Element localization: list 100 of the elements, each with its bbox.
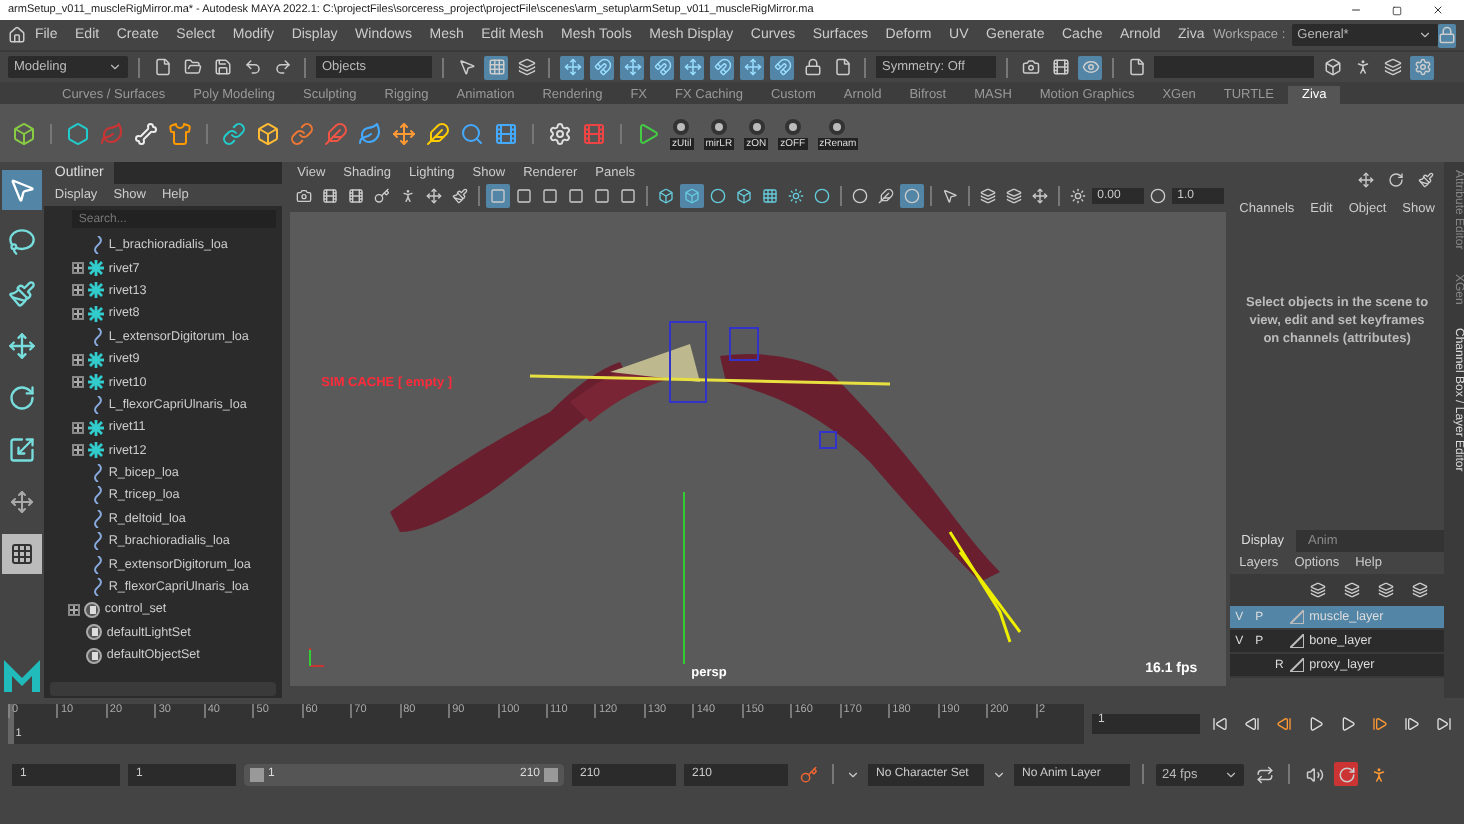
page-icon[interactable] (1124, 55, 1148, 79)
frame-icon[interactable] (511, 184, 536, 208)
cube-icon[interactable] (731, 184, 756, 208)
cube-icon[interactable] (679, 184, 704, 208)
expand-toggle[interactable] (72, 444, 85, 457)
caret-icon (846, 767, 860, 781)
asterisk-icon (88, 305, 105, 322)
shirt-icon[interactable] (168, 121, 192, 145)
brush-icon[interactable] (447, 184, 472, 208)
scrollbar[interactable] (50, 682, 276, 696)
rotate-icon[interactable] (1384, 168, 1409, 192)
leaf-icon[interactable] (358, 121, 382, 145)
layers-icon[interactable] (975, 184, 1000, 208)
magnet-icon[interactable] (710, 55, 734, 79)
page-icon[interactable] (830, 55, 854, 79)
step-forward-icon[interactable] (1368, 712, 1392, 736)
cube-icon[interactable] (653, 184, 678, 208)
chain-icon[interactable] (290, 121, 314, 145)
circle-icon[interactable] (1145, 184, 1170, 208)
eye-icon[interactable] (1078, 55, 1102, 79)
magnifier-icon[interactable] (460, 121, 484, 145)
save-icon[interactable] (210, 55, 234, 79)
layer-icon[interactable] (1340, 578, 1365, 602)
step-back-icon[interactable] (1240, 712, 1264, 736)
magnet-icon[interactable] (590, 55, 614, 79)
speaker-icon[interactable] (1302, 762, 1326, 786)
frame-icon[interactable] (485, 184, 510, 208)
sun-icon[interactable] (1065, 184, 1090, 208)
film-icon[interactable] (343, 184, 368, 208)
arrows-icon[interactable] (740, 55, 764, 79)
bone-icon[interactable] (134, 121, 158, 145)
layers-icon[interactable] (1001, 184, 1026, 208)
camera-icon[interactable] (1018, 55, 1042, 79)
feather-icon[interactable] (873, 184, 898, 208)
expand-toggle[interactable] (72, 307, 85, 320)
layout-icon[interactable] (2, 534, 43, 574)
text-field[interactable] (1154, 56, 1314, 78)
expand-toggle[interactable] (72, 421, 85, 434)
hexagon-icon[interactable] (66, 121, 90, 145)
skip-forward-icon[interactable] (1432, 712, 1456, 736)
circle-icon[interactable] (847, 184, 872, 208)
film-icon[interactable] (1048, 55, 1072, 79)
loop-icon[interactable] (1252, 762, 1276, 786)
home-icon[interactable] (8, 23, 27, 47)
playhead-marker[interactable] (8, 704, 14, 744)
arrows-icon[interactable] (680, 55, 704, 79)
skip-back-icon[interactable] (1208, 712, 1232, 736)
key-icon[interactable] (369, 184, 394, 208)
brush-icon[interactable] (1414, 168, 1439, 192)
lock-icon[interactable] (800, 55, 824, 79)
new-file-icon[interactable] (150, 55, 174, 79)
gear-icon[interactable] (548, 121, 572, 145)
layer-icon[interactable] (1408, 578, 1433, 602)
select-tool-icon[interactable] (2, 170, 43, 210)
arrows-icon[interactable] (392, 121, 416, 145)
undo-icon[interactable] (240, 55, 264, 79)
magnet-icon[interactable] (770, 55, 794, 79)
frame-icon[interactable] (615, 184, 640, 208)
link-icon[interactable] (222, 121, 246, 145)
list-icon[interactable] (1380, 55, 1404, 79)
expand-toggle[interactable] (72, 376, 85, 389)
arrows-icon[interactable] (421, 184, 446, 208)
cycle-icon[interactable] (1334, 762, 1358, 786)
expand-toggle[interactable] (72, 284, 85, 297)
gear-icon[interactable] (1410, 55, 1434, 79)
redo-icon[interactable] (270, 55, 294, 79)
arrows-icon[interactable] (560, 55, 584, 79)
film-icon[interactable] (317, 184, 342, 208)
arrows-icon[interactable] (1027, 184, 1052, 208)
frame-icon[interactable] (589, 184, 614, 208)
camera-icon[interactable] (291, 184, 316, 208)
grid-icon[interactable] (484, 55, 508, 79)
frame-icon[interactable] (537, 184, 562, 208)
arrows-icon[interactable] (1354, 168, 1379, 192)
expand-toggle[interactable] (68, 603, 81, 616)
key-icon[interactable] (796, 762, 820, 786)
magnet-icon[interactable] (650, 55, 674, 79)
step-back-icon[interactable] (1272, 712, 1296, 736)
arrows-icon[interactable] (620, 55, 644, 79)
lock-icon[interactable] (1437, 23, 1456, 47)
layer-icon[interactable] (1374, 578, 1399, 602)
caret-icon (1417, 28, 1432, 42)
layer-icon[interactable] (1306, 578, 1331, 602)
axis-gizmo-icon (305, 646, 326, 670)
folder-icon[interactable] (180, 55, 204, 79)
film-icon[interactable] (494, 121, 518, 145)
pointer-icon[interactable] (454, 55, 478, 79)
step-forward-icon[interactable] (1400, 712, 1424, 736)
frame-icon[interactable] (563, 184, 588, 208)
circle-icon[interactable] (705, 184, 730, 208)
sun-icon[interactable] (783, 184, 808, 208)
cube-icon[interactable] (256, 121, 280, 145)
layers-icon[interactable] (514, 55, 538, 79)
play-icon[interactable] (636, 121, 660, 145)
expand-toggle[interactable] (72, 262, 85, 275)
circle-icon[interactable] (809, 184, 834, 208)
expand-toggle[interactable] (72, 353, 85, 366)
cube-icon[interactable] (1320, 55, 1344, 79)
grid-icon[interactable] (757, 184, 782, 208)
cube-icon[interactable] (12, 121, 36, 145)
